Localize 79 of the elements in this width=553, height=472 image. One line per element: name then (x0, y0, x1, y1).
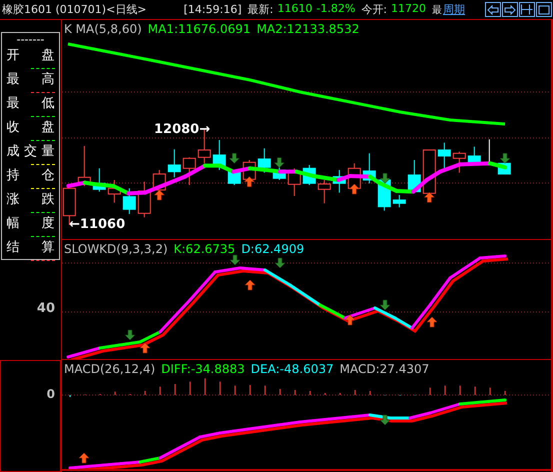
indicator-value: MA2:12133.8532 (256, 22, 360, 36)
candlestick (168, 148, 181, 178)
down-arrow-icon (124, 330, 136, 340)
down-arrow-icon (500, 153, 510, 164)
legend-label: 收 盘 (6, 120, 54, 135)
candlestick (332, 170, 346, 194)
toolbar-button[interactable] (502, 2, 518, 17)
up-arrow-icon (154, 190, 165, 200)
indicator-value: DIFF:-34.8883 (161, 362, 245, 376)
indicator-value: K:62.6735 (174, 242, 236, 256)
window-icon (538, 4, 550, 14)
field-label: 今开: (361, 2, 387, 17)
indicator-value: MACD:27.4307 (340, 362, 430, 376)
candlestick (258, 148, 271, 174)
up-arrow-icon (78, 452, 90, 464)
candlestick (138, 181, 151, 218)
field-value: 11610 (277, 2, 312, 17)
up-arrow-icon (244, 176, 255, 187)
low-price-label: ←11060 (69, 217, 126, 232)
candlestick (78, 146, 91, 186)
legend-label: 涨 跌 (6, 192, 54, 207)
legend-label: 持 仓 (6, 168, 54, 183)
down-arrow-icon (230, 254, 240, 266)
candlestick (362, 152, 376, 184)
candlestick (288, 168, 301, 196)
candlestick (122, 188, 136, 214)
candlestick (392, 194, 406, 208)
down-arrow-icon (380, 173, 390, 184)
legend-label: 结 算 (6, 240, 54, 255)
high-price-label: 12080→ (154, 122, 210, 137)
legend-label: 最 低 (6, 96, 54, 111)
toolbar-button[interactable] (536, 2, 552, 17)
candlestick (212, 140, 226, 170)
toolbar-button[interactable] (485, 2, 501, 17)
candlestick (182, 156, 196, 186)
candlestick (452, 151, 466, 174)
indicator-label: MACD(26,12,4) (64, 362, 156, 376)
split-layout-icon (521, 4, 533, 15)
down-arrow-icon (229, 153, 240, 164)
time-label: [14:59:16] (184, 3, 242, 16)
up-arrow-icon (344, 314, 356, 326)
up-arrow-icon (244, 280, 256, 290)
candlestick (108, 180, 121, 204)
up-arrow-icon (349, 184, 360, 194)
candlestick (422, 150, 436, 194)
instrument-title: 橡胶1601 (010701)<日线> (2, 2, 146, 17)
down-arrow-icon (380, 414, 390, 426)
field-label: 最新: (248, 2, 274, 17)
candlestick (488, 138, 490, 164)
indicator-value: D:62.4909 (241, 242, 304, 256)
legend-label: 开 盘 (6, 48, 54, 63)
period-link[interactable]: 周期 (443, 2, 465, 17)
candlestick (318, 180, 331, 204)
up-arrow-icon (426, 316, 438, 328)
left-arrow-icon (487, 4, 499, 14)
up-arrow-icon (140, 342, 150, 354)
candlestick (408, 160, 421, 192)
legend-label: 幅 度 (6, 216, 54, 231)
candlestick (92, 168, 106, 192)
indicator-value: DEA:-48.6037 (250, 362, 334, 376)
axis-tick: 40 (36, 301, 55, 316)
up-arrow-icon (424, 192, 435, 203)
field-value: -1.82% (316, 2, 356, 17)
down-arrow-icon (274, 258, 286, 268)
legend-label: 成交量 (6, 144, 54, 159)
down-arrow-icon (380, 300, 390, 310)
candlestick (438, 142, 451, 169)
indicator-label: SLOWKD(9,3,3,2) (64, 242, 168, 256)
down-arrow-icon (274, 157, 285, 168)
toolbar-button[interactable] (519, 2, 535, 17)
legend-label: 最 高 (6, 72, 54, 87)
axis-tick: 0 (46, 387, 55, 401)
indicator-label: K MA(5,8,60) (64, 22, 142, 36)
indicator-value: MA1:11676.0691 (148, 22, 251, 36)
dashes-label: ------- (16, 35, 44, 45)
right-arrow-icon (504, 4, 516, 14)
field-value: 11720 (391, 2, 426, 17)
candlestick (272, 166, 286, 180)
field-label: 最 (432, 4, 442, 16)
